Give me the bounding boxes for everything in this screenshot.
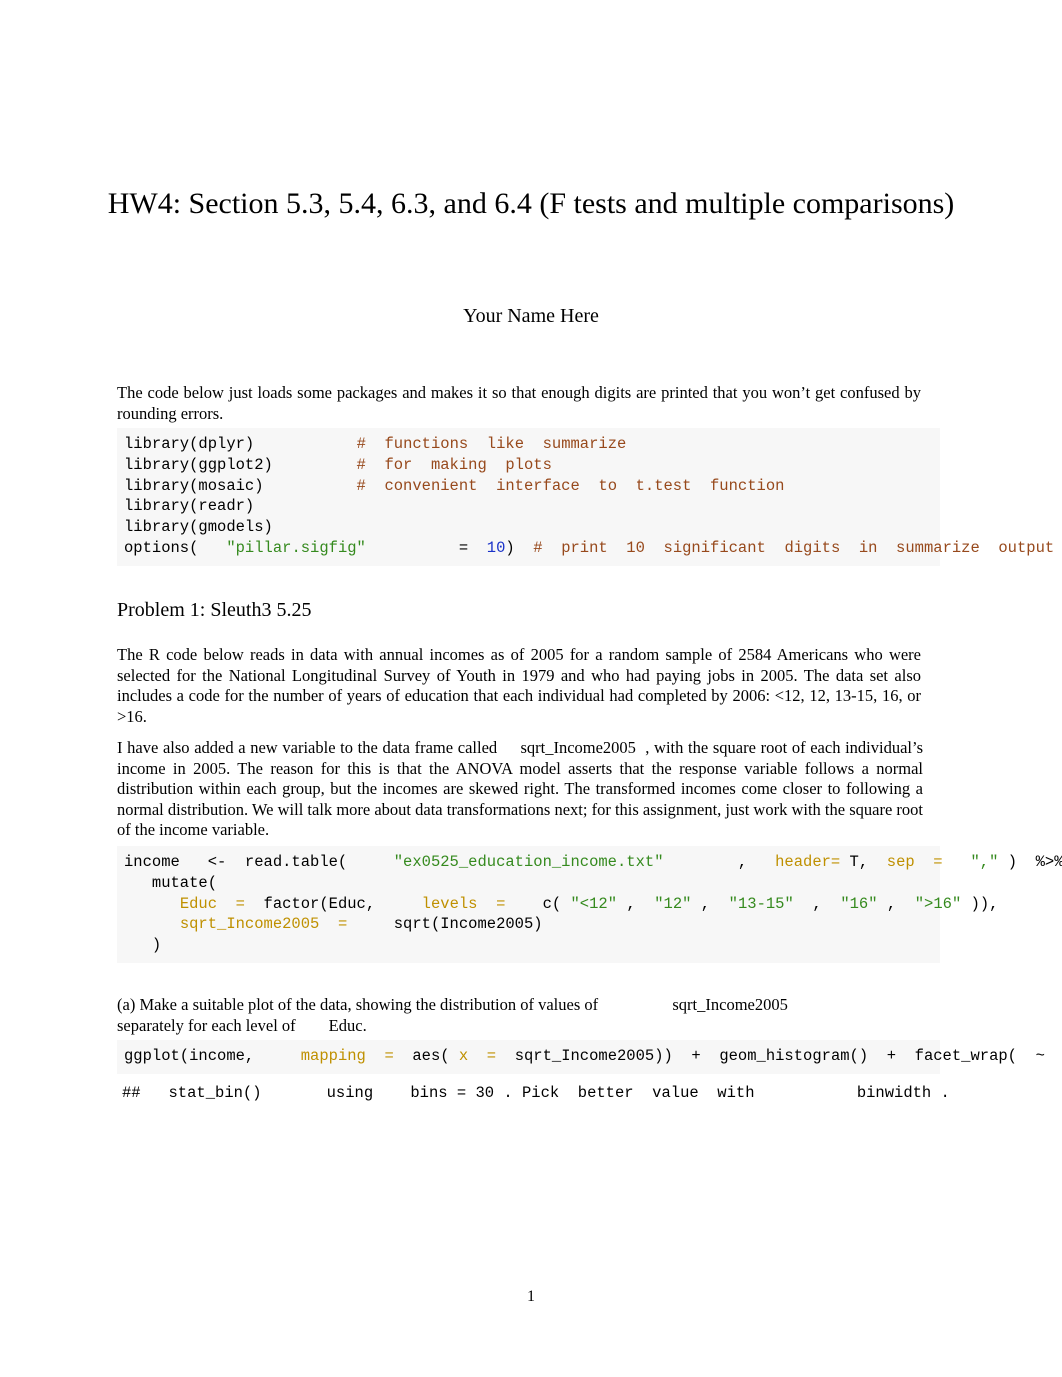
problem-1-paragraph-1: The R code below reads in data with annu… <box>117 645 921 726</box>
code-token: , <box>793 894 841 913</box>
code-line: ggplot(income, mapping = aes( x = sqrt_I… <box>124 1046 1045 1067</box>
code-token: x = <box>458 1047 506 1065</box>
code-token: # for making plots <box>356 455 552 474</box>
code-token: Educ = <box>179 894 255 913</box>
code-token: ggplot(income, <box>124 1047 301 1065</box>
code-token: income <- read.table( <box>124 853 394 871</box>
code-token: "ex0525_education_income.txt" <box>393 853 664 871</box>
code-token: header= <box>775 853 841 871</box>
p1a-text-pre: (a) Make a suitable plot of the data, sh… <box>117 995 599 1014</box>
code-line: sqrt_Income2005 = sqrt(Income2005) <box>124 914 940 935</box>
page-title: HW4: Section 5.3, 5.4, 6.3, and 6.4 (F t… <box>107 187 955 220</box>
code-line: Educ = factor(Educ, levels = c( "<12" , … <box>124 894 999 915</box>
code-block-ggplot[interactable]: ggplot(income, mapping = aes( x = sqrt_I… <box>117 1040 1045 1074</box>
code-token: mutate( <box>124 873 218 892</box>
code-line: library(dplyr) # functions like summariz… <box>124 434 940 455</box>
code-token: sqrt_Income2005)) + geom_histogram() + f… <box>505 1047 1062 1065</box>
code-token: library(ggplot2) <box>124 455 273 474</box>
problem-1-paragraph-2: I have also added a new variable to the … <box>117 738 923 841</box>
code-line: options( "pillar.sigfig" = 10) # print 1… <box>124 538 1054 559</box>
code-token: "12" <box>654 894 692 913</box>
code-block-read-table[interactable]: income <- read.table( "ex0525_education_… <box>117 846 1062 963</box>
code-token: )), <box>961 894 999 913</box>
code-token: T, <box>840 853 887 871</box>
code-line: library(readr) <box>124 496 940 517</box>
document-page: HW4: Section 5.3, 5.4, 6.3, and 6.4 (F t… <box>0 0 1062 1377</box>
p2-text-pre: I have also added a new variable to the … <box>117 738 498 757</box>
code-output-stat-bin: ## stat_bin() using bins = 30 . Pick bet… <box>122 1084 950 1102</box>
p1a-text-post: . <box>362 1015 367 1035</box>
code-token: options( <box>124 538 227 557</box>
code-token: library(gmodels) <box>124 518 273 537</box>
code-token: # print 10 significant digits in summari… <box>533 538 1055 557</box>
inline-code-sqrt-income2005-a: sqrt_Income2005 <box>672 995 788 1014</box>
code-token: c( <box>514 894 571 913</box>
code-token: , <box>663 853 776 871</box>
code-token: # functions like summarize <box>356 435 627 453</box>
code-token: ) <box>505 538 534 557</box>
code-line: library(mosaic) # convenient interface t… <box>124 476 940 497</box>
page-number: 1 <box>527 1288 535 1305</box>
section-heading-problem-1: Problem 1: Sleuth3 5.25 <box>117 599 312 621</box>
inline-code-educ: Educ <box>328 1015 363 1035</box>
code-token: "13-15" <box>728 894 794 913</box>
code-token: ) <box>124 936 162 955</box>
code-token: library(mosaic) <box>124 476 264 495</box>
p1a-text-mid: separately for each level of <box>117 1015 296 1035</box>
code-token: , <box>877 894 915 913</box>
code-token: , <box>617 894 655 913</box>
code-token: library(readr) <box>124 497 255 516</box>
code-token: library(dplyr) <box>124 435 255 453</box>
code-line: income <- read.table( "ex0525_education_… <box>124 852 1062 873</box>
code-token: sep = <box>886 853 952 871</box>
document-author: Your Name Here <box>463 305 599 327</box>
code-line: mutate( <box>124 873 940 894</box>
code-token: , <box>691 894 729 913</box>
code-token: factor(Educ, <box>254 894 422 913</box>
code-token: "<12" <box>570 894 618 913</box>
code-token: aes( <box>403 1047 459 1065</box>
code-token: levels = <box>421 894 515 913</box>
code-token: 10 <box>486 538 506 557</box>
code-token: = <box>365 538 487 557</box>
code-line: library(gmodels) <box>124 517 940 538</box>
inline-code-sqrt-income2005: sqrt_Income2005 <box>520 738 636 757</box>
code-line: ) <box>124 935 940 956</box>
code-block-setup[interactable]: library(dplyr) # functions like summariz… <box>117 428 1054 566</box>
code-token: sqrt_Income2005 = <box>179 915 357 934</box>
code-line: library(ggplot2) # for making plots <box>124 455 940 476</box>
code-token: "16" <box>840 894 878 913</box>
code-token: "pillar.sigfig" <box>226 538 366 557</box>
code-token: sqrt(Income2005) <box>356 915 543 934</box>
code-token: "," <box>970 853 999 871</box>
code-token: ">16" <box>914 894 962 913</box>
code-token: mapping = <box>300 1047 404 1065</box>
code-token: ) %>% <box>998 853 1062 871</box>
intro-paragraph: The code below just loads some packages … <box>117 383 921 423</box>
problem-1a-paragraph: (a) Make a suitable plot of the data, sh… <box>117 995 923 1036</box>
code-token: # convenient interface to t.test functio… <box>356 476 785 495</box>
